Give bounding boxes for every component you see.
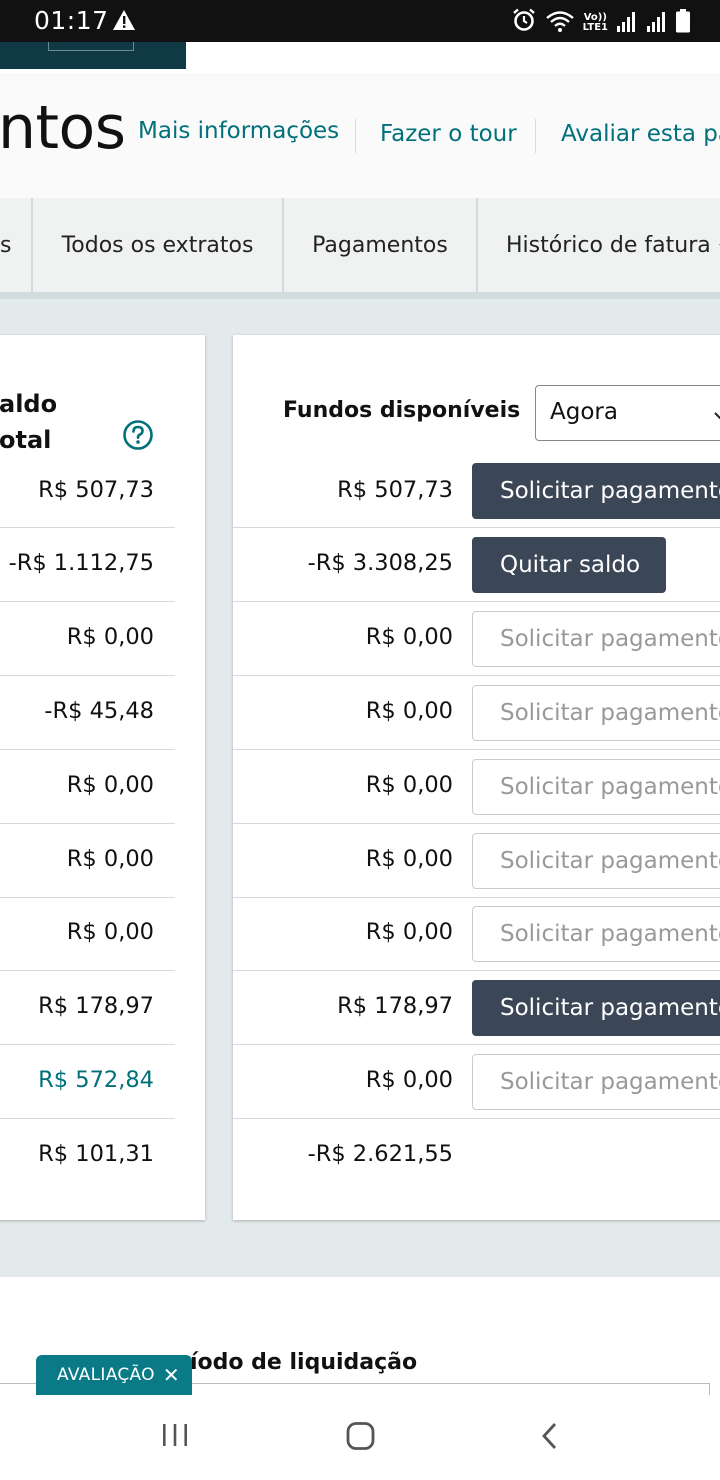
take-tour-link[interactable]: Fazer o tour: [380, 121, 517, 147]
row-divider: [0, 749, 175, 750]
total-balance-cell: R$ 0,00: [66, 624, 154, 650]
tab-invoice-history-label: Histórico de fatura: [506, 232, 711, 258]
header-divider: [535, 119, 536, 153]
home-icon[interactable]: [345, 1420, 377, 1456]
request-payment-button-disabled[interactable]: Solicitar pagamento: [472, 611, 720, 667]
total-balance-cell: R$ 178,97: [38, 993, 154, 1019]
more-info-link[interactable]: Mais informações: [138, 118, 339, 144]
available-funds-heading: Fundos disponíveis: [283, 398, 521, 423]
available-funds-cell: R$ 0,00: [365, 846, 453, 872]
total-balance-cell: R$ 0,00: [66, 846, 154, 872]
row-divider: [0, 527, 175, 528]
header-divider: [355, 119, 356, 153]
request-payment-button[interactable]: Solicitar pagamento: [472, 463, 720, 519]
settle-balance-button[interactable]: Quitar saldo: [472, 537, 666, 593]
row-divider: [233, 675, 720, 676]
warning-icon: [112, 9, 136, 35]
tab-all-statements[interactable]: Todos os extratos: [33, 198, 284, 292]
network-type-label: Vo)) LTE1: [583, 13, 608, 33]
recent-apps-icon[interactable]: [160, 1420, 190, 1454]
row-divider: [0, 897, 175, 898]
total-balance-heading-line1: aldo: [0, 390, 58, 418]
chevron-down-icon: [714, 406, 720, 425]
tab-invoice-history[interactable]: Histórico de fatura: [478, 198, 720, 292]
total-balance-sum: R$ 101,31: [38, 1141, 154, 1167]
available-funds-sum: -R$ 2.621,55: [307, 1141, 453, 1167]
total-balance-cell: -R$ 1.112,75: [8, 550, 154, 576]
total-balance-cell: R$ 0,00: [66, 919, 154, 945]
row-divider: [233, 897, 720, 898]
request-payment-button-disabled[interactable]: Solicitar pagamento: [472, 833, 720, 889]
rate-page-link[interactable]: Avaliar esta pá: [561, 121, 720, 147]
help-icon[interactable]: [122, 419, 154, 455]
feedback-tab-label: AVALIAÇÃO: [57, 1365, 155, 1385]
lte-label: LTE1: [582, 22, 608, 33]
request-payment-button-disabled[interactable]: Solicitar pagamento: [472, 759, 720, 815]
top-nav-strip: [0, 42, 186, 69]
status-bar: 01:17 Vo)) LTE1: [0, 0, 720, 42]
tab-bar: s Todos os extratos Pagamentos Histórico…: [0, 198, 720, 292]
available-funds-cell: R$ 0,00: [365, 698, 453, 724]
row-divider: [233, 527, 720, 528]
signal-icon-secondary: [646, 11, 668, 37]
back-icon[interactable]: [537, 1420, 563, 1456]
total-balance-cell: R$ 507,73: [38, 477, 154, 503]
page-header: ntos Mais informações Fazer o tour Avali…: [0, 73, 720, 198]
page-title: ntos: [0, 93, 126, 163]
total-balance-heading-line2: otal: [0, 426, 52, 454]
available-funds-cell: R$ 178,97: [337, 993, 453, 1019]
system-nav-bar: [0, 1395, 720, 1480]
tab-payments[interactable]: Pagamentos: [284, 198, 478, 292]
wifi-icon: [545, 9, 575, 37]
row-divider: [0, 1044, 175, 1045]
row-divider: [233, 1118, 720, 1119]
available-funds-cell: R$ 0,00: [365, 624, 453, 650]
feedback-tab[interactable]: AVALIAÇÃO ✕: [36, 1355, 192, 1395]
request-payment-button-disabled[interactable]: Solicitar pagamento: [472, 685, 720, 741]
available-funds-cell: R$ 0,00: [365, 919, 453, 945]
close-icon[interactable]: ✕: [163, 1363, 180, 1387]
total-balance-link[interactable]: R$ 572,84: [38, 1067, 154, 1093]
signal-icon: [616, 11, 638, 37]
period-select-value: Agora: [550, 399, 618, 425]
row-divider: [233, 823, 720, 824]
available-funds-cell: R$ 0,00: [365, 1067, 453, 1093]
battery-icon: [676, 9, 690, 37]
tab-partial[interactable]: s: [0, 198, 33, 292]
request-payment-button[interactable]: Solicitar pagamento: [472, 980, 720, 1036]
request-payment-button-disabled[interactable]: Solicitar pagamento: [472, 1054, 720, 1110]
settlement-period-heading: íodo de liquidação: [190, 1350, 418, 1375]
total-balance-cell: R$ 0,00: [66, 772, 154, 798]
available-funds-cell: R$ 0,00: [365, 772, 453, 798]
total-balance-cell: -R$ 45,48: [44, 698, 154, 724]
row-divider: [0, 970, 175, 971]
status-time: 01:17: [34, 6, 109, 35]
available-funds-cell: R$ 507,73: [337, 477, 453, 503]
row-divider: [0, 823, 175, 824]
period-select[interactable]: Agora: [535, 385, 720, 441]
row-divider: [0, 1118, 175, 1119]
request-payment-button-disabled[interactable]: Solicitar pagamento: [472, 906, 720, 962]
row-divider: [233, 601, 720, 602]
row-divider: [233, 970, 720, 971]
alarm-icon: [511, 7, 537, 37]
row-divider: [233, 1044, 720, 1045]
row-divider: [0, 675, 175, 676]
row-divider: [0, 601, 175, 602]
row-divider: [233, 749, 720, 750]
total-balance-heading: aldo otal: [0, 386, 57, 458]
available-funds-cell: -R$ 3.308,25: [307, 550, 453, 576]
top-nav-button-edge[interactable]: [48, 42, 134, 51]
